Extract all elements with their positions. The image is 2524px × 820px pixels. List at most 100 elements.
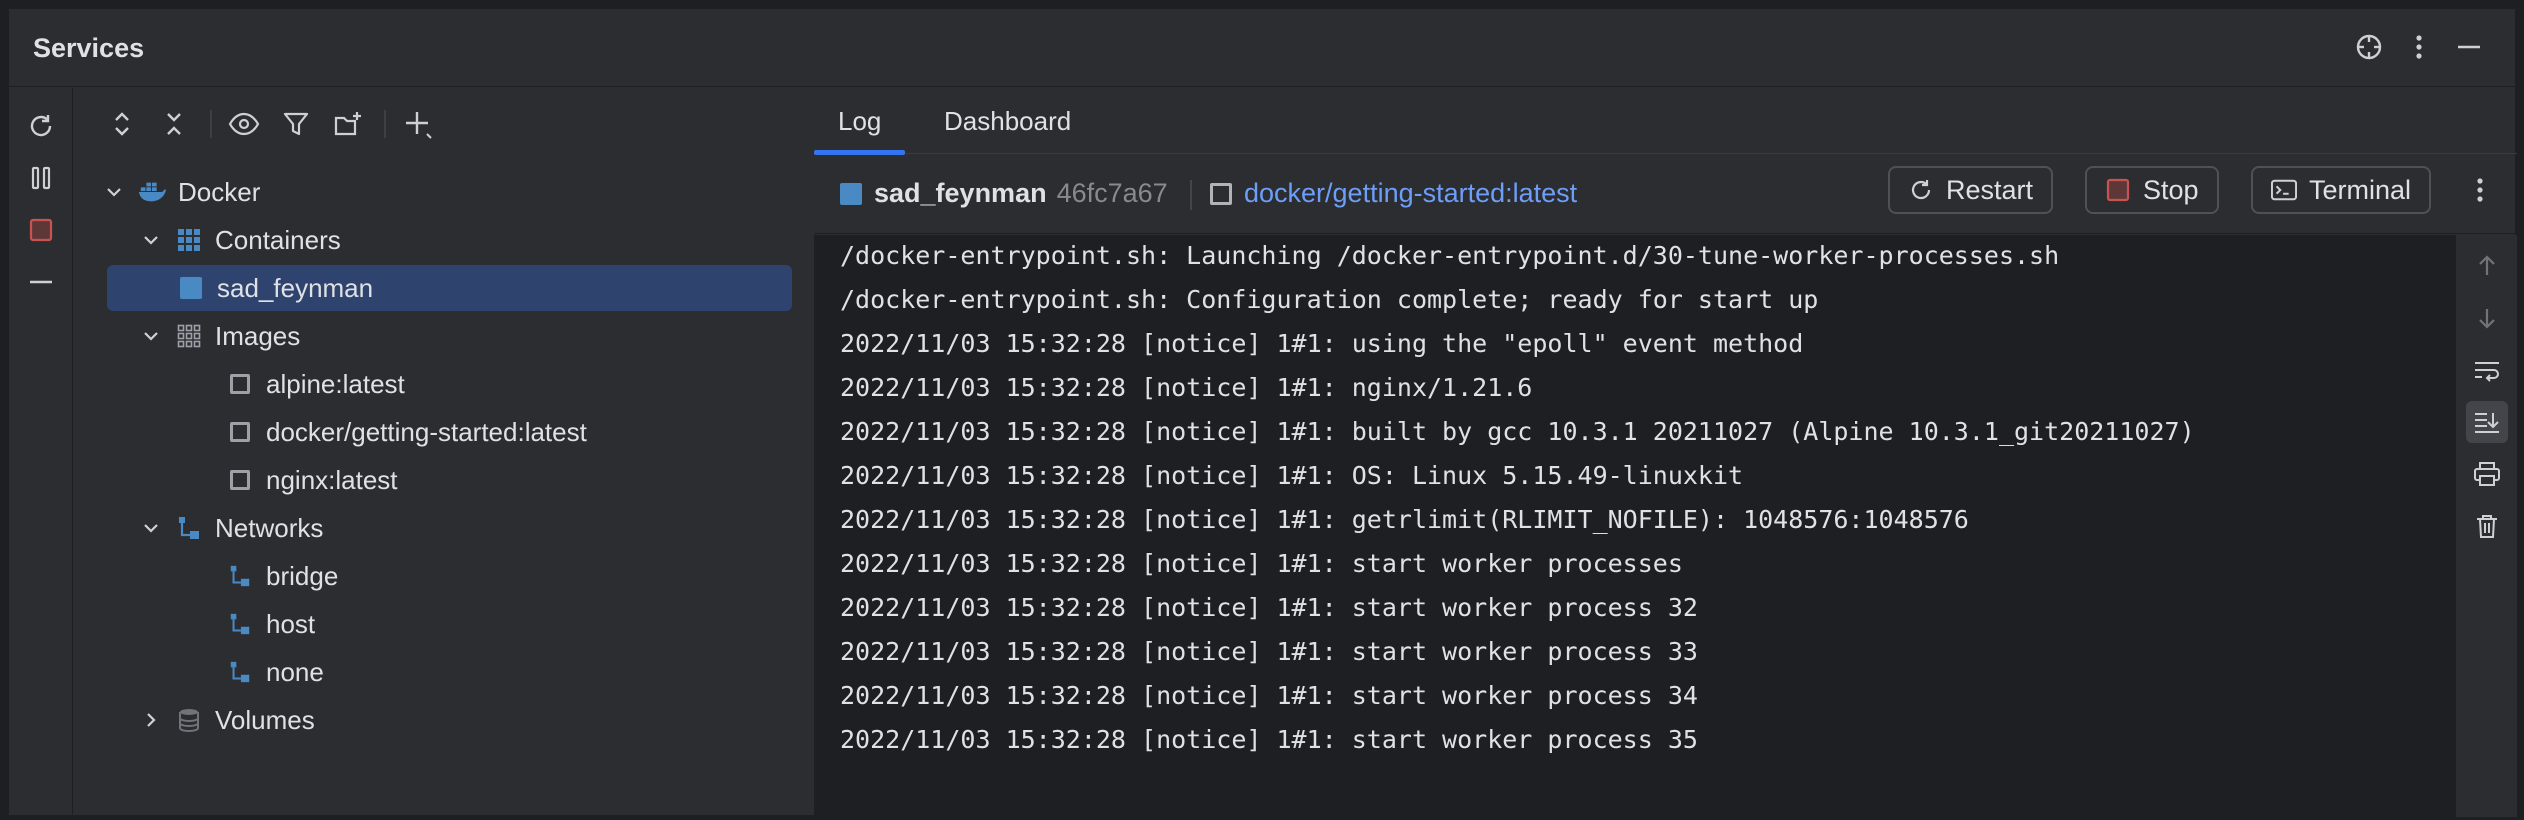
tool-window-title: Services (33, 33, 145, 63)
pause-icon[interactable] (23, 160, 59, 196)
stop-icon (2105, 177, 2131, 203)
log-line: /docker-entrypoint.sh: Launching /docker… (840, 241, 2060, 270)
log-side-toolbar (2456, 235, 2517, 817)
view-options-eye-icon[interactable] (226, 106, 262, 142)
stop-icon[interactable] (23, 212, 59, 248)
container-running-icon (177, 274, 205, 302)
chevron-down-icon[interactable] (102, 180, 126, 204)
toolbar-separator (210, 110, 212, 138)
tree-node-label: Containers (215, 224, 341, 255)
tree-node-containers[interactable]: Containers (139, 217, 341, 263)
chevron-down-icon[interactable] (139, 228, 163, 252)
tree-node-network[interactable]: host (226, 601, 315, 647)
tree-node-label: Docker (178, 176, 261, 207)
tree-node-image[interactable]: alpine:latest (226, 361, 405, 407)
log-console[interactable]: /docker-entrypoint.sh: Launching /docker… (814, 235, 2456, 817)
chevron-right-icon[interactable] (139, 708, 163, 732)
new-group-icon[interactable] (330, 106, 366, 142)
editor-background-strip (0, 0, 2524, 8)
trash-icon[interactable] (2466, 505, 2508, 547)
tree-node-network[interactable]: bridge (226, 553, 338, 599)
tree-node-label: nginx:latest (266, 464, 398, 495)
collapse-icon[interactable] (23, 264, 59, 300)
container-info-bar: sad_feynman 46fc7a67 docker/getting-star… (814, 154, 2517, 234)
expand-all-icon[interactable] (104, 106, 140, 142)
tree-node-label: sad_feynman (217, 272, 374, 303)
tree-node-label: Networks (215, 512, 324, 543)
scroll-to-end-icon[interactable] (2466, 401, 2508, 443)
image-link[interactable]: docker/getting-started:latest (1210, 178, 1577, 209)
image-icon (1210, 182, 1232, 205)
toolbar-separator (384, 110, 386, 138)
tree-node-label: bridge (266, 560, 339, 591)
tree-node-image[interactable]: docker/getting-started:latest (226, 409, 587, 455)
tree-node-container-sad-feynman[interactable]: sad_feynman (107, 265, 792, 311)
chevron-down-icon[interactable] (139, 516, 163, 540)
more-options-icon[interactable] (2401, 29, 2437, 65)
arrow-up-icon[interactable] (2466, 245, 2508, 287)
stop-button[interactable]: Stop (2085, 166, 2219, 214)
restart-label: Restart (1946, 174, 2034, 205)
container-running-icon (840, 182, 862, 205)
log-line: 2022/11/03 15:32:28 [notice] 1#1: using … (840, 329, 1804, 358)
services-tool-window: Services Docker Containers sad_feynman I… (8, 8, 2517, 817)
log-line: 2022/11/03 15:32:28 [notice] 1#1: built … (840, 417, 2195, 446)
refresh-icon[interactable] (23, 108, 59, 144)
details-panel: Log Dashboard sad_feynman 46fc7a67 docke… (814, 88, 2517, 817)
container-name: sad_feynman (874, 178, 1047, 208)
crosshair-icon[interactable] (2351, 29, 2387, 65)
tree-node-images[interactable]: Images (139, 313, 300, 359)
terminal-button[interactable]: Terminal (2251, 166, 2432, 214)
details-tabs: Log Dashboard (814, 88, 2517, 155)
image-icon (226, 418, 254, 446)
tree-node-label: host (266, 608, 316, 639)
restart-icon (1908, 177, 1934, 203)
minimize-icon[interactable] (2451, 29, 2487, 65)
image-icon (226, 370, 254, 398)
tab-label: Dashboard (944, 105, 1072, 136)
tab-label: Log (838, 105, 882, 136)
tool-window-header: Services (9, 9, 2515, 87)
image-icon (226, 466, 254, 494)
tab-dashboard[interactable]: Dashboard (920, 88, 1095, 154)
log-line: 2022/11/03 15:32:28 [notice] 1#1: getrli… (840, 505, 1969, 534)
network-icon (175, 514, 203, 542)
log-line: 2022/11/03 15:32:28 [notice] 1#1: nginx/… (840, 373, 1533, 402)
tree-node-label: none (266, 656, 324, 687)
stop-label: Stop (2143, 174, 2199, 205)
tree-node-image[interactable]: nginx:latest (226, 457, 398, 503)
log-line: 2022/11/03 15:32:28 [notice] 1#1: start … (840, 549, 1683, 578)
more-actions-icon[interactable] (2460, 170, 2500, 210)
restart-button[interactable]: Restart (1888, 166, 2054, 214)
chevron-down-icon[interactable] (139, 324, 163, 348)
log-line: 2022/11/03 15:32:28 [notice] 1#1: start … (840, 681, 1698, 710)
soft-wrap-icon[interactable] (2466, 349, 2508, 391)
arrow-down-icon[interactable] (2466, 297, 2508, 339)
volumes-database-icon (175, 706, 203, 734)
container-id: 46fc7a67 (1056, 178, 1168, 208)
container-title: sad_feynman 46fc7a67 (840, 178, 1168, 209)
log-line: /docker-entrypoint.sh: Configuration com… (840, 285, 1819, 314)
tree-node-label: alpine:latest (266, 368, 405, 399)
containers-grid-icon (175, 226, 203, 254)
network-icon (226, 658, 254, 686)
tree-node-volumes[interactable]: Volumes (139, 697, 315, 743)
network-icon (226, 610, 254, 638)
add-service-icon[interactable] (400, 106, 436, 142)
tree-node-network[interactable]: none (226, 649, 324, 695)
tree-node-networks[interactable]: Networks (139, 505, 323, 551)
left-action-strip (9, 88, 73, 817)
image-link-label: docker/getting-started:latest (1244, 178, 1578, 208)
log-line: 2022/11/03 15:32:28 [notice] 1#1: OS: Li… (840, 461, 1744, 490)
docker-icon (138, 178, 166, 206)
tab-log[interactable]: Log (814, 88, 906, 155)
log-line: 2022/11/03 15:32:28 [notice] 1#1: start … (840, 593, 1698, 622)
collapse-all-icon[interactable] (156, 106, 192, 142)
images-grid-icon (175, 322, 203, 350)
tree-node-label: docker/getting-started:latest (266, 416, 587, 447)
log-line: 2022/11/03 15:32:28 [notice] 1#1: start … (840, 637, 1698, 666)
tree-node-docker[interactable]: Docker (102, 169, 260, 215)
filter-icon[interactable] (278, 106, 314, 142)
print-icon[interactable] (2466, 453, 2508, 495)
tree-node-label: Images (215, 320, 301, 351)
